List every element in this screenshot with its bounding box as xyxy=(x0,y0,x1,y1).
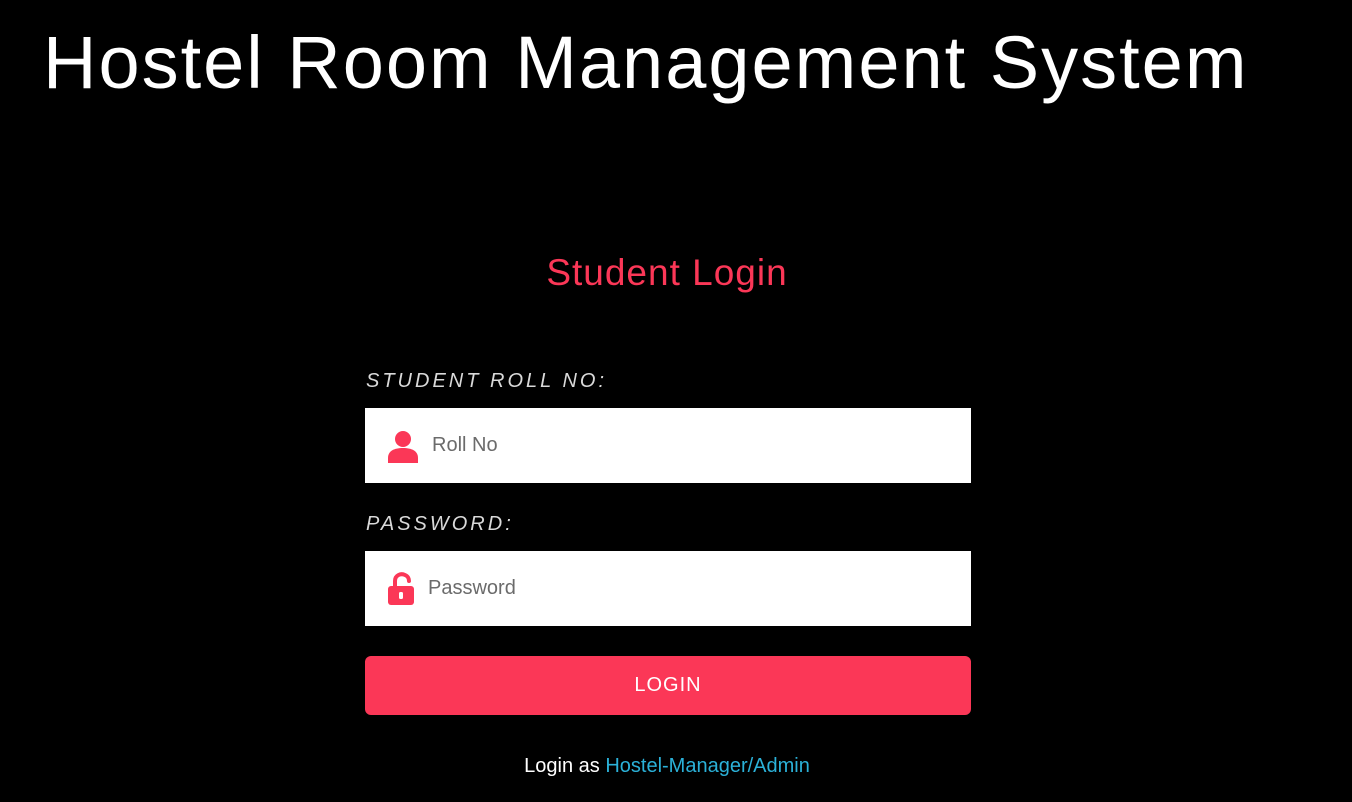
password-input[interactable] xyxy=(428,551,961,626)
site-title: Hostel Room Management System xyxy=(43,21,1249,104)
form-heading: Student Login xyxy=(546,252,788,293)
admin-login-link[interactable]: Hostel-Manager/Admin xyxy=(605,755,810,777)
roll-number-input[interactable] xyxy=(432,408,961,483)
user-icon xyxy=(388,431,418,463)
login-switch-line: Login as Hostel-Manager/Admin xyxy=(0,754,1334,778)
unlock-icon xyxy=(388,572,414,605)
login-switch-prefix: Login as xyxy=(524,755,600,777)
login-page: Hostel Room Management System Student Lo… xyxy=(0,0,1352,802)
roll-number-label: STUDENT ROLL NO: xyxy=(366,370,607,392)
login-button[interactable]: LOGIN xyxy=(365,656,971,715)
password-field[interactable] xyxy=(365,551,971,626)
roll-number-field[interactable] xyxy=(365,408,971,483)
password-label: PASSWORD: xyxy=(366,513,514,535)
